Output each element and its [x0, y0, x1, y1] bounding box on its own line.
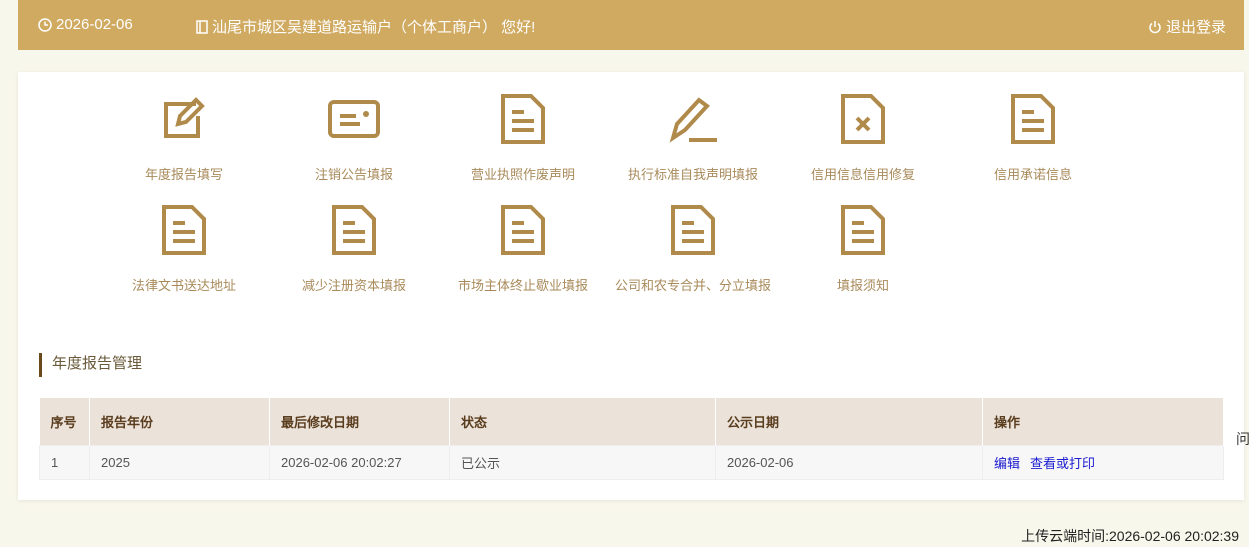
- tile-document-8[interactable]: 市场主体终止歇业填报: [438, 205, 608, 294]
- tile-label: 信用承诺信息: [993, 167, 1072, 182]
- table-row: 1 2025 2026-02-06 20:02:27 已公示 2026-02-0…: [39, 444, 1224, 480]
- cell-published: 2026-02-06: [715, 444, 983, 480]
- tile-document-7[interactable]: 减少注册资本填报: [269, 205, 439, 294]
- col-header: 状态: [449, 398, 716, 445]
- tile-label: 填报须知: [836, 278, 889, 293]
- document-icon: [841, 205, 885, 255]
- col-header: 报告年份: [89, 398, 270, 445]
- document-x-icon: [841, 94, 885, 144]
- col-header: 最后修改日期: [269, 398, 450, 445]
- card-icon: [328, 100, 380, 138]
- tile-document-5[interactable]: 信用承诺信息: [948, 94, 1118, 183]
- tile-label: 法律文书送达地址: [131, 278, 236, 293]
- document-icon: [332, 205, 376, 255]
- edit-link[interactable]: 编辑: [994, 456, 1020, 471]
- logout-button[interactable]: 退出登录: [1148, 16, 1226, 37]
- annual-report-table: 序号 报告年份 最后修改日期 状态 公示日期 操作 1 2025 2026-02…: [39, 398, 1224, 480]
- tile-label: 执行标准自我声明填报: [627, 167, 758, 182]
- clock-icon: [38, 17, 52, 32]
- table-header-row: 序号 报告年份 最后修改日期 状态 公示日期 操作: [39, 398, 1224, 445]
- col-header: 序号: [39, 398, 90, 445]
- pen-icon: [669, 97, 717, 143]
- tile-label: 营业执照作废声明: [470, 167, 575, 182]
- upload-time: 上传云端时间:2026-02-06 20:02:39: [1021, 528, 1239, 544]
- stray-text: 问: [1236, 431, 1249, 447]
- tile-document-x-4[interactable]: 信用信息信用修复: [778, 94, 948, 183]
- tile-label: 信用信息信用修复: [810, 167, 915, 182]
- tile-document-2[interactable]: 营业执照作废声明: [438, 94, 608, 183]
- date-display: 2026-02-06: [38, 16, 133, 33]
- view-print-link[interactable]: 查看或打印: [1030, 456, 1095, 471]
- tile-label: 注销公告填报: [314, 167, 393, 182]
- cell-actions: 编辑 查看或打印: [982, 444, 1224, 480]
- document-icon: [1011, 94, 1055, 144]
- document-icon: [671, 205, 715, 255]
- tile-pen-3[interactable]: 执行标准自我声明填报: [608, 94, 778, 183]
- tile-label: 减少注册资本填报: [301, 278, 406, 293]
- power-icon: [1149, 20, 1161, 33]
- document-icon: [501, 94, 545, 144]
- greeting: 汕尾市城区吴建道路运输户（个体工商户） 您好!: [196, 16, 535, 37]
- edit-icon: [164, 97, 205, 138]
- document-icon: [162, 205, 206, 255]
- tile-label: 年度报告填写: [144, 167, 223, 182]
- tile-document-9[interactable]: 公司和农专合并、分立填报: [608, 205, 778, 294]
- cell-year: 2025: [89, 444, 270, 480]
- tile-document-6[interactable]: 法律文书送达地址: [99, 205, 269, 294]
- tile-card-1[interactable]: 注销公告填报: [269, 94, 439, 183]
- tile-label: 市场主体终止歇业填报: [457, 278, 588, 293]
- cell-no: 1: [39, 444, 90, 480]
- tile-label: 公司和农专合并、分立填报: [614, 278, 771, 293]
- cell-modified: 2026-02-06 20:02:27: [269, 444, 450, 480]
- main-card: 年度报告填写 注销公告填报 营业执照作废声明 执行标准自我声明填报 信用信息信用修复 信用…: [18, 72, 1244, 500]
- document-icon: [501, 205, 545, 255]
- tile-edit-0[interactable]: 年度报告填写: [99, 94, 269, 183]
- col-header: 公示日期: [715, 398, 983, 445]
- tile-document-10[interactable]: 填报须知: [778, 205, 948, 294]
- section-title: 年度报告管理: [39, 353, 142, 377]
- cell-status: 已公示: [449, 444, 716, 480]
- book-icon: [196, 19, 208, 34]
- col-header: 操作: [982, 398, 1224, 445]
- top-header: 2026-02-06 汕尾市城区吴建道路运输户（个体工商户） 您好! 退出登录: [18, 0, 1244, 50]
